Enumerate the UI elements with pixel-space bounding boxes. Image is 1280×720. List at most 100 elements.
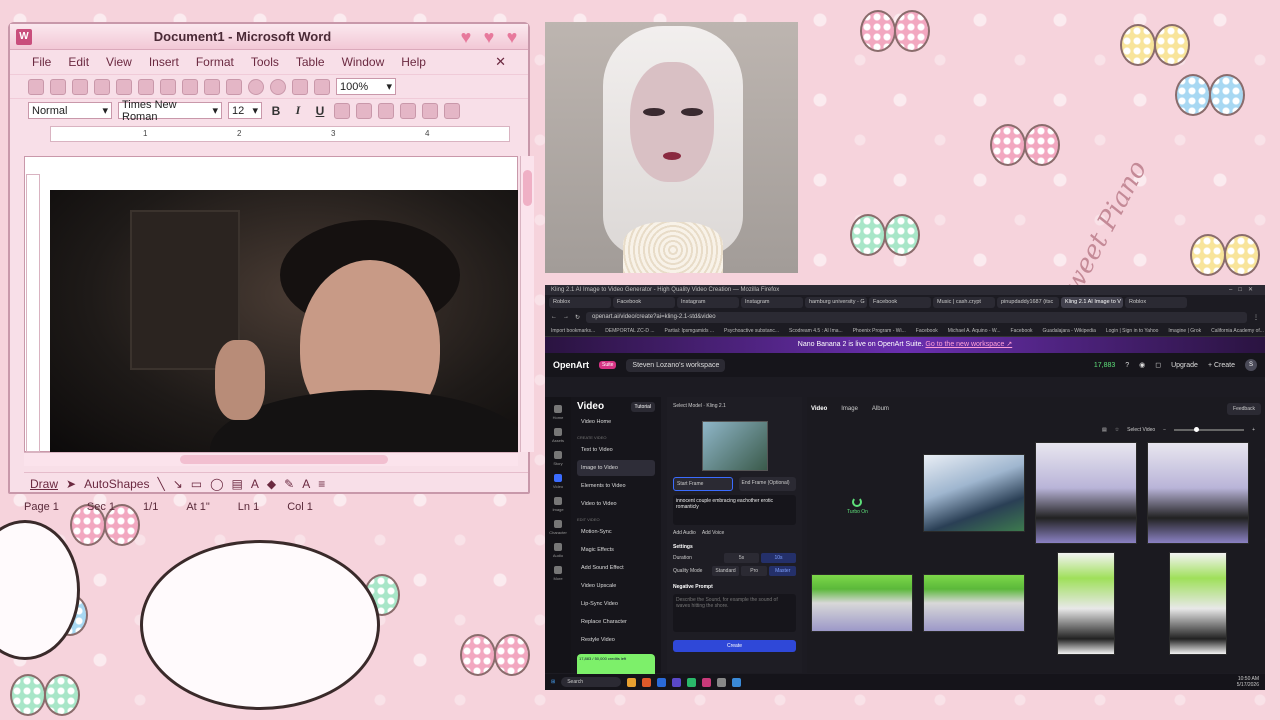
horizontal-scrollbar[interactable]	[24, 452, 518, 466]
highlight-icon[interactable]	[422, 102, 438, 119]
word-title-bar[interactable]: W Document1 - Microsoft Word ♥ ♥ ♥	[10, 24, 528, 50]
bookmark[interactable]: Import bookmarks...	[551, 328, 595, 334]
prompt-input[interactable]: innocent couple embracing eachother erot…	[673, 495, 796, 525]
gallery-thumbnail[interactable]	[1147, 442, 1249, 544]
browser-tab[interactable]: pinupdaddy1687 (itsc	[997, 296, 1059, 308]
url-field[interactable]: openart.ai/video/create?ai=kling-2.1-std…	[586, 311, 1247, 323]
bookmark[interactable]: Partial: Ipsmgamids ...	[665, 328, 714, 334]
bookmark[interactable]: Login | Sign in to Yahoo	[1106, 328, 1159, 334]
save-icon[interactable]	[72, 78, 88, 95]
hyperlink-icon[interactable]	[270, 78, 286, 95]
format-painter-icon[interactable]	[226, 78, 242, 95]
rail-item-more[interactable]: More	[545, 566, 571, 581]
style-select[interactable]: Normal ▾	[28, 102, 112, 119]
vertical-ruler[interactable]	[26, 174, 40, 452]
feedback-button[interactable]: Feedback	[1227, 403, 1261, 415]
bookmark[interactable]: Michael A. Aquino - W...	[948, 328, 1001, 334]
select-video-button[interactable]: Select Video	[1127, 427, 1155, 433]
credits-counter[interactable]: 17,883	[1094, 362, 1115, 369]
font-color-icon[interactable]	[444, 102, 460, 119]
list-view-icon[interactable]: ▤	[1102, 427, 1107, 433]
close-document-icon[interactable]: ✕	[495, 54, 506, 70]
close-heart-icon[interactable]: ♥	[502, 28, 522, 46]
line-color-icon[interactable]: ✎	[284, 477, 294, 491]
zoom-out-icon[interactable]: −	[1163, 427, 1166, 433]
align-left-icon[interactable]	[334, 102, 350, 119]
tab-video[interactable]: Video	[811, 406, 827, 412]
model-selector[interactable]: Select Model · Kling 2.1	[673, 403, 796, 409]
bookmark[interactable]: DEMPORTAL ZC-D ...	[605, 328, 654, 334]
duration-option[interactable]: 5s	[724, 553, 759, 563]
sidebar-item-add-sound-effect[interactable]: Add Sound Effect	[577, 560, 655, 576]
arrow-icon[interactable]: ↘	[173, 477, 183, 491]
steam-icon[interactable]	[732, 677, 742, 687]
negative-prompt-input[interactable]: Describe the Sound, for example the soun…	[673, 594, 796, 632]
zoom-slider-knob[interactable]	[1193, 427, 1199, 432]
help-icon[interactable]: ?	[1125, 362, 1129, 369]
bold-button[interactable]: B	[268, 104, 284, 118]
back-icon[interactable]: ←	[551, 314, 557, 320]
browser-tab[interactable]: Instagram	[677, 296, 739, 308]
duration-option-selected[interactable]: 10s	[761, 553, 796, 563]
sidebar-item-video-home[interactable]: Video Home	[577, 414, 655, 430]
browser-tab[interactable]: Instagram	[741, 296, 803, 308]
negative-prompt-heading[interactable]: Negative Prompt	[673, 584, 796, 590]
workspace-selector[interactable]: Steven Lozano's workspace	[626, 358, 726, 372]
sidebar-item-magic-effects[interactable]: Magic Effects	[577, 542, 655, 558]
zoom-select[interactable]: 100% ▾	[336, 78, 396, 95]
maximize-heart-icon[interactable]: ♥	[479, 28, 499, 46]
undo-icon[interactable]	[248, 78, 264, 95]
browser-title-bar[interactable]: Kling 2.1 AI Image to Video Generator - …	[545, 285, 1265, 295]
tutorial-button[interactable]: Tutorial	[630, 401, 655, 412]
discord-icon[interactable]: ◉	[1139, 361, 1145, 369]
select-pointer-icon[interactable]: ➤	[66, 477, 76, 491]
menu-view[interactable]: View	[106, 55, 132, 69]
rail-item-home[interactable]: Home	[545, 405, 571, 420]
italic-button[interactable]: I	[290, 103, 306, 118]
bookmark[interactable]: Guadalajara - Wikipedia	[1043, 328, 1096, 334]
firefox-icon[interactable]	[642, 677, 652, 687]
autoshapes-menu[interactable]: AutoShapes	[84, 477, 149, 491]
reload-icon[interactable]: ↻	[575, 314, 580, 321]
menu-file[interactable]: File	[32, 55, 51, 69]
app-icon[interactable]	[702, 677, 712, 687]
align-center-icon[interactable]	[356, 102, 372, 119]
tab-image[interactable]: Image	[841, 406, 858, 412]
paste-icon[interactable]	[204, 78, 220, 95]
rail-item-image[interactable]: Image	[545, 497, 571, 512]
scroll-thumb[interactable]	[523, 170, 532, 206]
browser-tab-active[interactable]: Kling 2.1 AI Image to V	[1061, 296, 1123, 308]
create-button[interactable]: + Create	[1208, 362, 1235, 369]
underline-button[interactable]: U	[312, 104, 328, 118]
openart-logo[interactable]: OpenArt	[553, 360, 589, 370]
sidebar-item-text-to-video[interactable]: Text to Video	[577, 442, 655, 458]
menu-format[interactable]: Format	[196, 55, 234, 69]
browser-tab[interactable]: hamburg university - G	[805, 296, 867, 308]
menu-table[interactable]: Table	[296, 55, 325, 69]
add-voice-toggle[interactable]: Add Voice	[702, 530, 725, 536]
print-icon[interactable]	[116, 78, 132, 95]
gallery-thumbnail[interactable]	[923, 574, 1025, 632]
menu-insert[interactable]: Insert	[149, 55, 179, 69]
menu-edit[interactable]: Edit	[68, 55, 89, 69]
sidebar-item-motion-sync[interactable]: Motion-Sync	[577, 524, 655, 540]
window-controls-icon[interactable]: –□✕	[1229, 285, 1265, 295]
horizontal-ruler[interactable]: 1 2 3 4	[50, 126, 510, 142]
bookmark[interactable]: Scodream 4.5 : AI Ima...	[789, 328, 843, 334]
zoom-slider[interactable]	[1174, 427, 1245, 432]
vertical-scrollbar[interactable]	[520, 156, 534, 452]
sidebar-item-video-upscale[interactable]: Video Upscale	[577, 578, 655, 594]
oval-icon[interactable]: ◯	[210, 477, 223, 491]
gallery-thumbnail[interactable]	[811, 574, 913, 632]
bookmark[interactable]: Imagine | Grok	[1168, 328, 1201, 334]
line-icon[interactable]: ╲	[157, 477, 164, 491]
rail-item-story[interactable]: Story	[545, 451, 571, 466]
taskbar-search[interactable]: Search	[561, 677, 622, 687]
new-document-icon[interactable]	[28, 78, 44, 95]
discord-icon[interactable]	[672, 677, 682, 687]
rectangle-icon[interactable]: ▭	[191, 477, 202, 491]
forward-icon[interactable]: →	[563, 314, 569, 320]
settings-icon[interactable]	[717, 677, 727, 687]
font-color-icon[interactable]: A	[302, 477, 310, 491]
start-frame-thumbnail[interactable]	[701, 421, 768, 471]
